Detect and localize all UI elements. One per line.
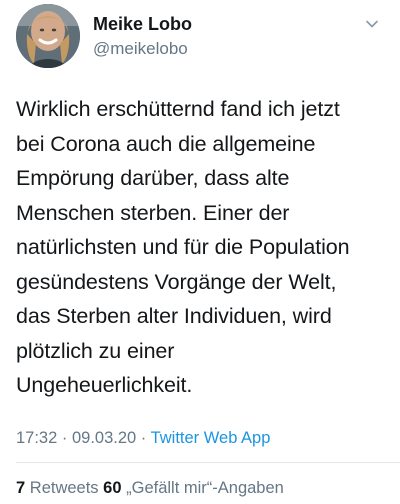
- tweet-stats: 7 Retweets 60 „Gefällt mir“-Angaben: [16, 478, 284, 498]
- tweet-line: gesündestens Vorgänge der Welt,: [16, 269, 337, 294]
- retweets-count: 7: [16, 479, 26, 497]
- likes-count: 60: [103, 479, 122, 497]
- tweet-header: Meike Lobo @meikelobo: [16, 4, 388, 74]
- retweets-label: Retweets: [29, 479, 99, 497]
- tweet-line: Empörung darüber, dass alte: [16, 166, 290, 190]
- retweets-stat[interactable]: 7 Retweets: [16, 479, 99, 497]
- tweet-line: Menschen sterben. Einer der: [16, 200, 290, 225]
- chevron-down-icon[interactable]: [364, 16, 380, 32]
- tweet-text: Wirklich erschütternd fand ich jetzt bei…: [16, 92, 388, 403]
- tweet-card: Meike Lobo @meikelobo Wirklich erschütte…: [0, 0, 400, 504]
- tweet-line: das Sterben alter Individuen, wird: [16, 304, 332, 328]
- display-name[interactable]: Meike Lobo: [93, 13, 192, 35]
- meta-separator: ·: [136, 429, 151, 447]
- user-handle[interactable]: @meikelobo: [93, 38, 192, 60]
- user-names: Meike Lobo @meikelobo: [93, 13, 192, 60]
- tweet-time[interactable]: 17:32: [16, 429, 57, 447]
- avatar[interactable]: [16, 4, 80, 68]
- meta-separator: ·: [57, 429, 72, 447]
- tweet-line: Ungeheuerlichkeit.: [16, 373, 193, 397]
- divider: [16, 462, 400, 463]
- tweet-line: plötzlich zu einer: [16, 338, 175, 363]
- likes-stat[interactable]: 60 „Gefällt mir“-Angaben: [103, 479, 284, 497]
- tweet-line: bei Corona auch die allgemeine: [16, 131, 316, 156]
- likes-label: „Gefällt mir“-Angaben: [126, 479, 284, 497]
- tweet-line: natürlichsten und für die Population: [16, 235, 350, 259]
- tweet-meta: 17:32 · 09.03.20 · Twitter Web App: [16, 428, 270, 448]
- tweet-line: Wirklich erschütternd fand ich jetzt: [16, 97, 340, 121]
- profile-photo-icon: [16, 4, 80, 68]
- tweet-date[interactable]: 09.03.20: [72, 429, 136, 447]
- tweet-source-link[interactable]: Twitter Web App: [151, 429, 271, 447]
